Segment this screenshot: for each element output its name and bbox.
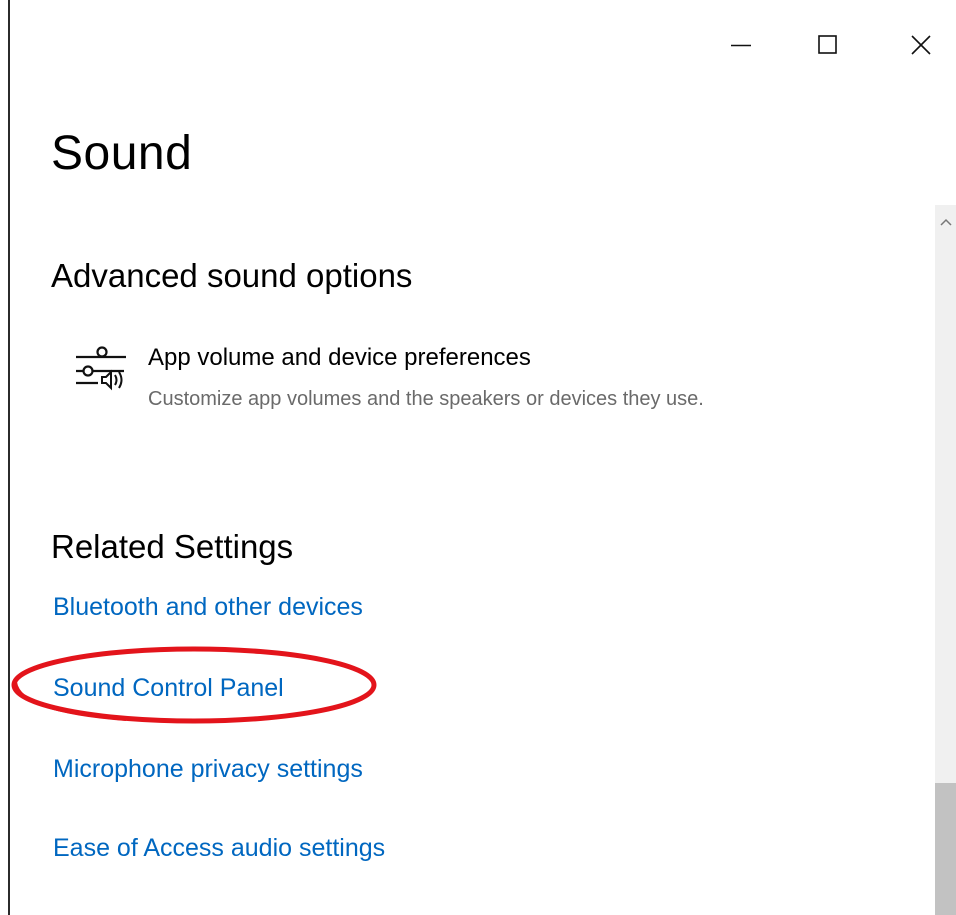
close-icon (911, 35, 931, 55)
app-volume-preferences-description: Customize app volumes and the speakers o… (148, 388, 704, 410)
mixer-icon (76, 346, 126, 391)
microphone-privacy-link[interactable]: Microphone privacy settings (53, 752, 363, 786)
scroll-up-button[interactable] (935, 205, 956, 239)
app-volume-preferences-item[interactable]: App volume and device preferences Custom… (74, 340, 894, 420)
ease-of-access-audio-link[interactable]: Ease of Access audio settings (53, 831, 385, 865)
minimize-button[interactable] (718, 22, 764, 68)
maximize-button[interactable] (805, 22, 851, 68)
page-title: Sound (51, 127, 193, 180)
window-left-border (8, 0, 10, 915)
chevron-up-icon (939, 218, 952, 226)
sound-control-panel-link[interactable]: Sound Control Panel (53, 671, 284, 705)
advanced-sound-options-heading: Advanced sound options (51, 257, 413, 294)
maximize-icon (818, 35, 837, 54)
minimize-icon (731, 44, 751, 47)
vertical-scrollbar[interactable] (935, 205, 956, 915)
app-volume-preferences-title: App volume and device preferences (148, 344, 531, 371)
scroll-thumb[interactable] (935, 783, 956, 915)
bluetooth-devices-link[interactable]: Bluetooth and other devices (53, 590, 363, 624)
related-settings-heading: Related Settings (51, 528, 294, 565)
close-button[interactable] (898, 22, 944, 68)
